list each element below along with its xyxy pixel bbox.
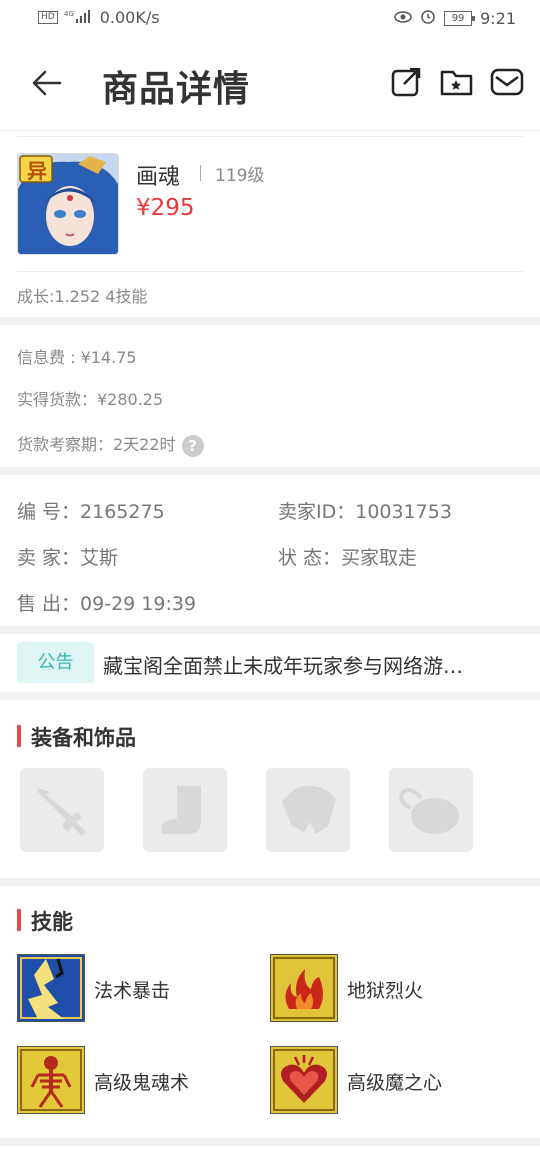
section-divider bbox=[0, 878, 540, 886]
trade-details: 编 号：2165275 卖家ID：10031753 卖 家：艾斯 状 态：买家取… bbox=[0, 475, 540, 627]
item-number: 编 号：2165275 bbox=[17, 501, 165, 523]
divider bbox=[200, 165, 201, 181]
heart-icon[interactable] bbox=[270, 1046, 338, 1114]
skill-name: 地狱烈火 bbox=[347, 980, 424, 1002]
section-divider bbox=[0, 317, 540, 325]
fee-info: 信息费 : ¥14.75 实得货款：¥280.25 货款考察期：2天22时? bbox=[0, 325, 540, 467]
product-badge: 异 bbox=[27, 159, 47, 183]
fire-icon[interactable] bbox=[270, 954, 338, 1022]
seller-name: 卖 家：艾斯 bbox=[17, 547, 119, 569]
skill-name: 高级鬼魂术 bbox=[94, 1072, 190, 1094]
share-icon[interactable] bbox=[390, 66, 422, 98]
divider bbox=[17, 271, 523, 272]
status-bar: HD 4G 0.00K/s 99 9:21 bbox=[0, 0, 540, 36]
section-title: 技能 bbox=[17, 906, 73, 936]
product-summary: 异 画魂 119级 ¥295 成长:1.252 4技能 bbox=[0, 131, 540, 317]
status-left: HD 4G 0.00K/s bbox=[38, 8, 160, 27]
received-amount: 实得货款：¥280.25 bbox=[17, 390, 164, 409]
product-avatar[interactable]: 异 bbox=[17, 153, 119, 255]
battery-icon: 99 bbox=[444, 10, 476, 26]
section-divider bbox=[0, 1138, 540, 1146]
mail-icon[interactable] bbox=[490, 66, 524, 98]
eye-icon bbox=[394, 9, 412, 28]
product-price: ¥295 bbox=[136, 195, 195, 221]
status-right: 99 9:21 bbox=[394, 8, 516, 28]
section-title: 装备和饰品 bbox=[17, 722, 136, 752]
pouch-icon[interactable] bbox=[389, 768, 473, 852]
back-arrow-icon[interactable] bbox=[30, 66, 64, 100]
notice-badge: 公告 bbox=[17, 642, 94, 683]
skill-name: 高级魔之心 bbox=[347, 1072, 443, 1094]
sold-time: 售 出：09-29 19:39 bbox=[17, 593, 197, 615]
notice-text[interactable]: 藏宝阁全面禁止未成年玩家参与网络游… bbox=[103, 650, 463, 679]
page-title: 商品详情 bbox=[102, 69, 251, 110]
lightning-icon[interactable] bbox=[17, 954, 85, 1022]
product-name: 画魂 bbox=[136, 165, 181, 190]
section-divider bbox=[0, 692, 540, 700]
svg-text:4G: 4G bbox=[64, 10, 74, 18]
header-bar: 商品详情 bbox=[0, 36, 540, 131]
boot-icon[interactable] bbox=[143, 768, 227, 852]
info-fee: 信息费 : ¥14.75 bbox=[17, 348, 137, 367]
hd-badge: HD bbox=[38, 11, 58, 24]
alarm-icon bbox=[420, 8, 436, 28]
folder-star-icon[interactable] bbox=[440, 66, 474, 98]
sword-icon[interactable] bbox=[20, 768, 104, 852]
product-level: 119级 bbox=[215, 166, 265, 186]
review-period: 货款考察期：2天22时 bbox=[17, 435, 176, 454]
review-period-row: 货款考察期：2天22时? bbox=[17, 431, 204, 457]
network-speed: 0.00K/s bbox=[99, 8, 160, 27]
skill-name: 法术暴击 bbox=[94, 980, 171, 1002]
growth-info: 成长:1.252 4技能 bbox=[17, 287, 148, 306]
clock-time: 9:21 bbox=[480, 8, 516, 28]
section-divider bbox=[0, 467, 540, 475]
divider bbox=[17, 136, 523, 137]
notice-bar[interactable]: 公告 藏宝阁全面禁止未成年玩家参与网络游… bbox=[0, 634, 540, 692]
trade-status: 状 态：买家取走 bbox=[278, 547, 418, 569]
seller-id: 卖家ID：10031753 bbox=[278, 501, 452, 523]
armor-icon[interactable] bbox=[266, 768, 350, 852]
section-divider bbox=[0, 626, 540, 634]
help-icon[interactable]: ? bbox=[181, 434, 204, 457]
signal-icon: 4G bbox=[64, 8, 94, 27]
skeleton-icon[interactable] bbox=[17, 1046, 85, 1114]
